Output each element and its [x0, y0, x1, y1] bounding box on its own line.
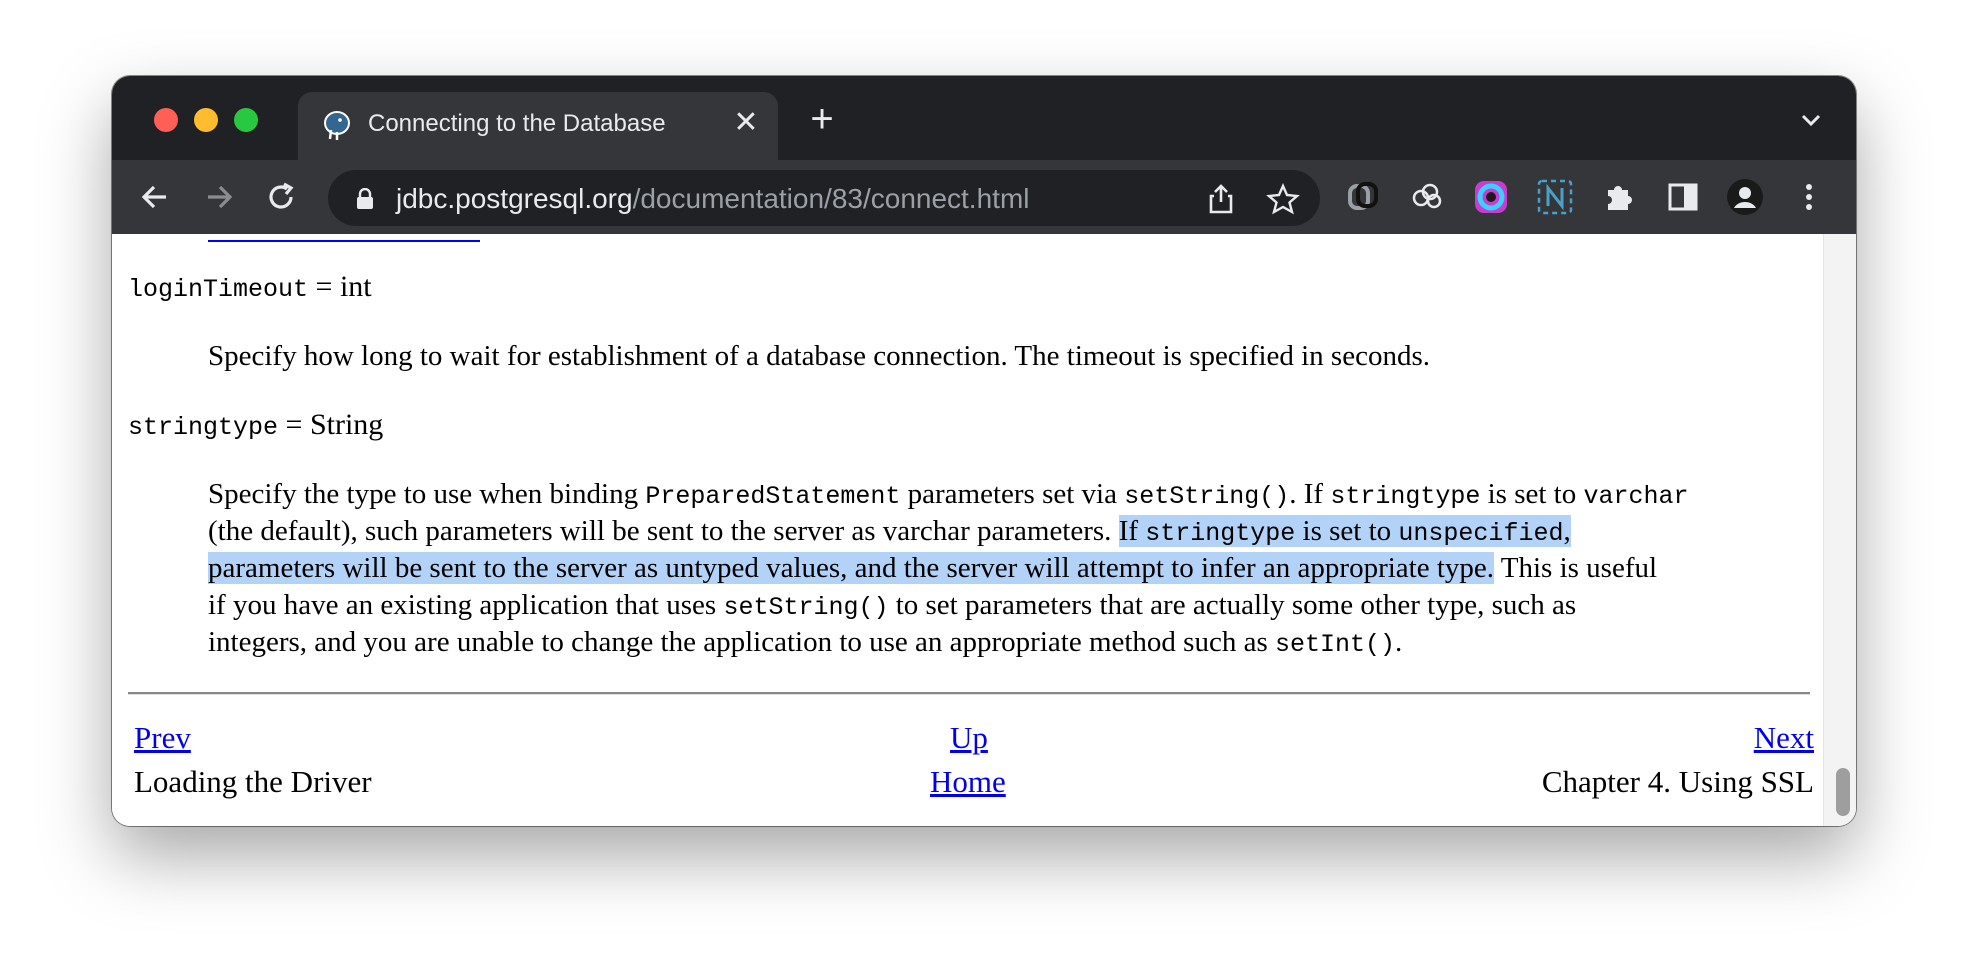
footer-divider: [128, 692, 1810, 695]
code-run: stringtype: [1330, 482, 1481, 511]
description-line: Specify the type to use when binding Pre…: [208, 476, 1689, 515]
color-wheel-extension-icon[interactable]: [1472, 178, 1510, 216]
browser-toolbar: jdbc.postgresql.org/documentation/83/con…: [112, 160, 1856, 234]
selected-text: If stringtype is set to unspecified,: [1118, 515, 1571, 548]
share-icon[interactable]: [1204, 182, 1238, 216]
cloud-extension-icon[interactable]: [1408, 178, 1446, 216]
code-run: PreparedStatement: [645, 482, 901, 511]
text-run: if you have an existing application that…: [208, 589, 724, 621]
code-run: setString(): [1124, 482, 1290, 511]
text-run: to set parameters that are actually some…: [888, 589, 1577, 621]
code-run: varchar: [1583, 482, 1689, 511]
param-name: stringtype: [128, 413, 279, 442]
next-page-title: Chapter 4. Using SSL: [1541, 764, 1814, 799]
url-text[interactable]: jdbc.postgresql.org/documentation/83/con…: [396, 183, 1030, 215]
home-link[interactable]: Home: [930, 764, 1006, 800]
postgresql-elephant-icon: [324, 111, 350, 140]
code-run: stringtype: [1145, 519, 1296, 548]
vertical-scrollbar[interactable]: [1823, 234, 1856, 826]
browser-window: Connecting to the Database ✕ + jdbc.post…: [112, 76, 1856, 826]
star-icon[interactable]: [1266, 182, 1300, 216]
param-description-logintimeout: Specify how long to wait for establishme…: [208, 340, 1430, 372]
param-type: = String: [278, 408, 384, 441]
text-run: .: [1395, 626, 1403, 658]
up-link[interactable]: Up: [950, 720, 988, 756]
text-run: This is useful: [1494, 552, 1658, 584]
extensions-puzzle-icon[interactable]: [1600, 178, 1638, 216]
description-line: if you have an existing application that…: [208, 587, 1576, 626]
forward-arrow-icon[interactable]: [200, 178, 238, 216]
tab-active[interactable]: Connecting to the Database ✕: [298, 92, 778, 160]
next-link[interactable]: Next: [1754, 720, 1814, 756]
url-path: /documentation/83/connect.html: [632, 183, 1030, 214]
text-run: ,: [1563, 515, 1571, 547]
param-term-logintimeout: loginTimeout = int: [128, 270, 372, 304]
prev-page-title: Loading the Driver: [134, 764, 372, 799]
new-tab-button[interactable]: +: [804, 99, 840, 139]
text-run: . If: [1289, 478, 1331, 510]
profile-avatar-icon[interactable]: [1726, 178, 1764, 216]
description-line: parameters will be sent to the server as…: [208, 550, 1657, 587]
code-run: unspecified: [1398, 519, 1564, 548]
zoom-window-button[interactable]: [234, 108, 258, 132]
text-run: Specify the type to use when binding: [208, 478, 646, 510]
text-run: integers, and you are unable to change t…: [208, 626, 1275, 658]
n-extension-icon[interactable]: [1536, 178, 1574, 216]
description-line: (the default), such parameters will be s…: [208, 513, 1571, 552]
link-extension-icon[interactable]: [1344, 178, 1382, 216]
minimize-window-button[interactable]: [194, 108, 218, 132]
selected-text: parameters will be sent to the server as…: [208, 552, 1495, 584]
description-line: integers, and you are unable to change t…: [208, 624, 1402, 663]
text-run: parameters set via: [900, 478, 1125, 510]
close-window-button[interactable]: [154, 108, 178, 132]
tab-title: Connecting to the Database: [368, 110, 666, 137]
param-name: loginTimeout: [128, 275, 309, 304]
text-run: is set to: [1480, 478, 1584, 510]
param-term-stringtype: stringtype = String: [128, 408, 383, 442]
close-icon[interactable]: ✕: [732, 108, 760, 138]
code-run: setInt(): [1275, 630, 1396, 659]
link-fragment[interactable]: [208, 234, 480, 242]
url-host: jdbc.postgresql.org: [396, 183, 633, 214]
reload-icon[interactable]: [262, 178, 300, 216]
chevron-down-icon[interactable]: [1798, 110, 1824, 130]
page-content: loginTimeout = int Specify how long to w…: [112, 234, 1856, 826]
prev-link[interactable]: Prev: [134, 720, 191, 756]
scrollbar-thumb[interactable]: [1836, 768, 1850, 816]
tab-strip: Connecting to the Database ✕ +: [112, 76, 1856, 160]
param-type: = int: [308, 270, 372, 303]
text-run: (the default), such parameters will be s…: [208, 515, 1119, 547]
text-run: is set to: [1295, 515, 1399, 547]
back-arrow-icon[interactable]: [136, 178, 174, 216]
side-panel-icon[interactable]: [1664, 178, 1702, 216]
text-run: If: [1118, 515, 1146, 547]
kebab-menu-icon[interactable]: [1790, 178, 1828, 216]
code-run: setString(): [723, 593, 889, 622]
lock-icon[interactable]: [356, 188, 374, 210]
address-bar[interactable]: jdbc.postgresql.org/documentation/83/con…: [328, 170, 1320, 226]
